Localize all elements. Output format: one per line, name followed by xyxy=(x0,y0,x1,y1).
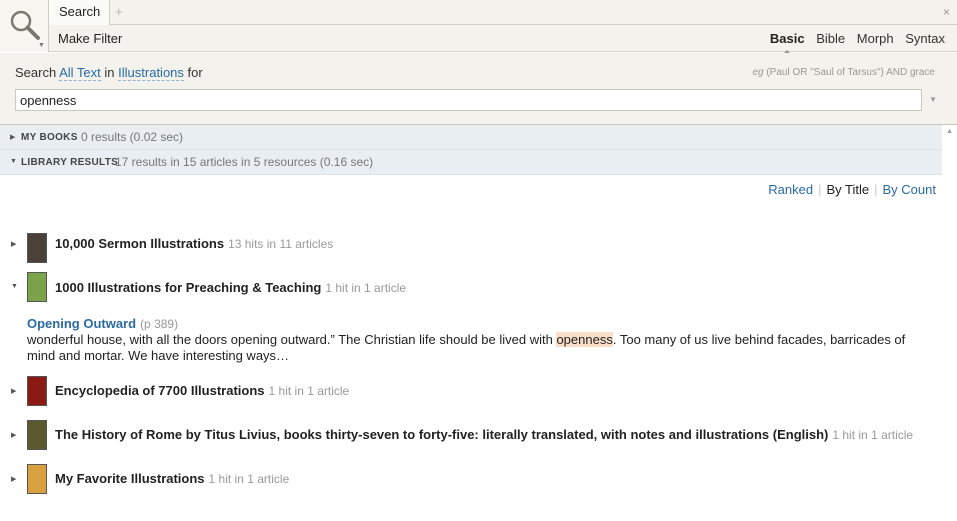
sort-options: Ranked | By Title | By Count xyxy=(768,182,936,197)
book-cover-icon xyxy=(27,272,47,302)
my-books-group[interactable]: ▶ MY BOOKS 0 results (0.02 sec) xyxy=(0,125,942,150)
in-label: in xyxy=(104,65,115,80)
hit-heading: Opening Outward (p 389) xyxy=(27,316,178,331)
search-panel-menu[interactable]: ▼ xyxy=(0,0,49,52)
hit-snippet[interactable]: wonderful house, with all the doors open… xyxy=(27,332,927,364)
expand-triangle-icon[interactable]: ▶ xyxy=(11,387,16,395)
result-title[interactable]: 10,000 Sermon Illustrations 13 hits in 11… xyxy=(55,236,333,251)
tab-strip: Search + × xyxy=(49,0,957,25)
hit-count: 13 hits in 11 articles xyxy=(228,237,334,251)
resource-title[interactable]: 1000 Illustrations for Preaching & Teach… xyxy=(55,280,321,295)
match-highlight: openness xyxy=(556,332,613,347)
chevron-down-icon: ▼ xyxy=(38,42,45,49)
result-title[interactable]: The History of Rome by Titus Livius, boo… xyxy=(55,427,913,442)
search-scope-line: Search All Text in Illustrations for xyxy=(15,65,203,81)
hint-text: (Paul OR "Saul of Tarsus") AND grace xyxy=(766,67,935,78)
group-summary: 17 results in 15 articles in 5 resources… xyxy=(115,155,374,169)
query-hint: eg (Paul OR "Saul of Tarsus") AND grace xyxy=(752,67,935,78)
mode-syntax[interactable]: Syntax xyxy=(905,31,945,46)
result-title[interactable]: My Favorite Illustrations 1 hit in 1 arti… xyxy=(55,471,289,486)
group-summary: 0 results (0.02 sec) xyxy=(81,130,184,144)
search-panel-header: ▼ Search + × Make Filter Basic Bible Mor… xyxy=(0,0,957,55)
result-title[interactable]: Encyclopedia of 7700 Illustrations 1 hit … xyxy=(55,383,349,398)
divider: | xyxy=(874,182,878,197)
search-mode-tabs: Basic Bible Morph Syntax xyxy=(762,31,945,55)
group-title: LIBRARY RESULTS xyxy=(21,157,119,168)
tab-search[interactable]: Search xyxy=(49,0,110,25)
hit-count: 1 hit in 1 article xyxy=(325,281,407,295)
mode-basic[interactable]: Basic xyxy=(770,31,805,55)
hint-eg: eg xyxy=(752,67,764,78)
collapse-triangle-icon[interactable]: ▼ xyxy=(11,283,18,290)
resource-title[interactable]: My Favorite Illustrations xyxy=(55,471,205,486)
expand-triangle-icon[interactable]: ▶ xyxy=(11,475,16,483)
book-cover-icon xyxy=(27,420,47,450)
group-title: MY BOOKS xyxy=(21,132,78,143)
page-number: (p 389) xyxy=(140,317,179,331)
library-results-group[interactable]: ▼ LIBRARY RESULTS 17 results in 15 artic… xyxy=(0,150,942,175)
book-cover-icon xyxy=(27,464,47,494)
expand-triangle-icon[interactable]: ▶ xyxy=(11,240,16,248)
for-label: for xyxy=(187,65,203,80)
make-filter-button[interactable]: Make Filter xyxy=(58,31,122,46)
magnifier-icon xyxy=(10,10,40,40)
book-cover-icon xyxy=(27,376,47,406)
query-area: Search All Text in Illustrations for eg … xyxy=(0,53,957,125)
result-title[interactable]: 1000 Illustrations for Preaching & Teach… xyxy=(55,280,406,295)
divider: | xyxy=(818,182,822,197)
snippet-before: wonderful house, with all the doors open… xyxy=(27,332,557,347)
article-link[interactable]: Opening Outward xyxy=(27,316,136,331)
close-icon[interactable]: × xyxy=(943,5,950,19)
sort-ranked[interactable]: Ranked xyxy=(768,182,813,197)
hit-count: 1 hit in 1 article xyxy=(268,384,350,398)
book-cover-icon xyxy=(27,233,47,263)
resource-title[interactable]: 10,000 Sermon Illustrations xyxy=(55,236,224,251)
search-input[interactable] xyxy=(15,89,922,111)
hit-count: 1 hit in 1 article xyxy=(832,428,914,442)
resource-title[interactable]: The History of Rome by Titus Livius, boo… xyxy=(55,427,828,442)
search-prefix-label: Search xyxy=(15,65,57,80)
mode-bible[interactable]: Bible xyxy=(816,31,845,46)
add-tab-icon[interactable]: + xyxy=(115,4,123,19)
history-dropdown-icon[interactable]: ▼ xyxy=(929,95,937,104)
scroll-up-icon[interactable]: ▲ xyxy=(946,128,953,135)
hit-count: 1 hit in 1 article xyxy=(208,472,290,486)
expand-triangle-icon[interactable]: ▶ xyxy=(10,133,15,141)
sort-by-count[interactable]: By Count xyxy=(883,182,936,197)
resource-title[interactable]: Encyclopedia of 7700 Illustrations xyxy=(55,383,265,398)
sort-by-title[interactable]: By Title xyxy=(827,182,870,197)
collection-dropdown[interactable]: Illustrations xyxy=(118,65,184,81)
collapse-triangle-icon[interactable]: ▼ xyxy=(10,158,17,165)
scope-dropdown[interactable]: All Text xyxy=(59,65,101,81)
mode-morph[interactable]: Morph xyxy=(857,31,894,46)
expand-triangle-icon[interactable]: ▶ xyxy=(11,431,16,439)
